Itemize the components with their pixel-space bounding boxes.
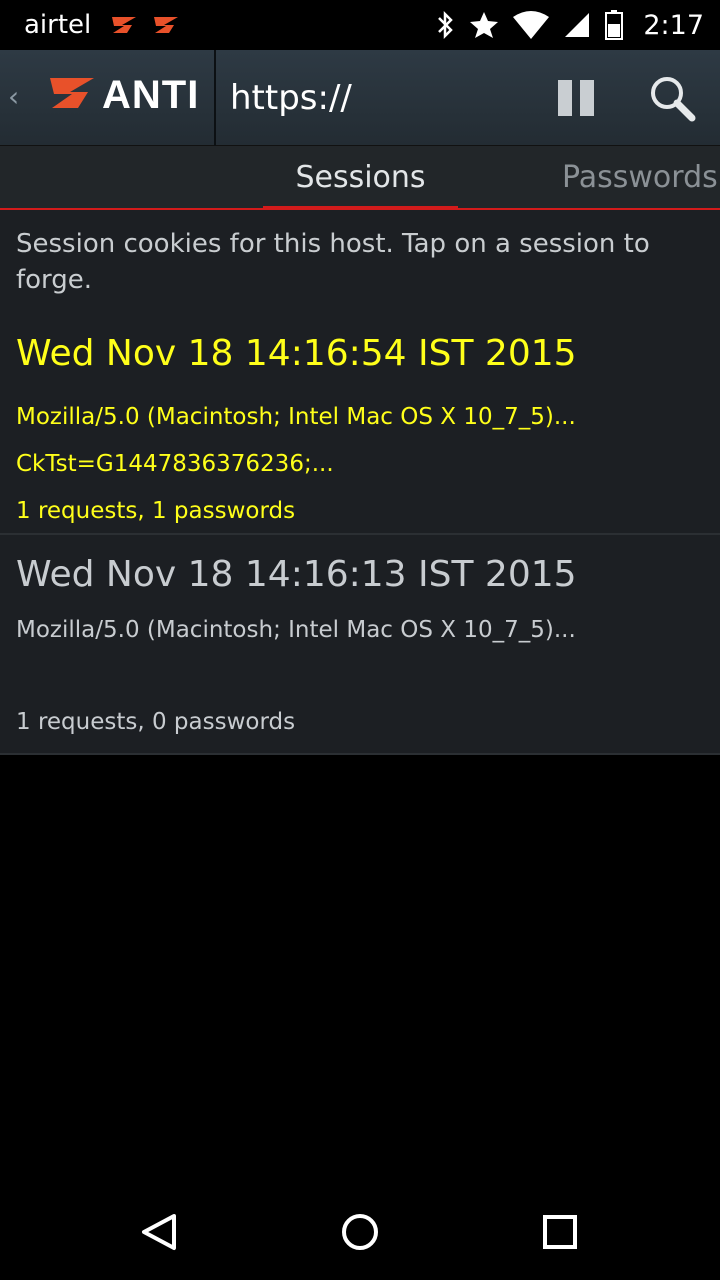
back-button[interactable] [136, 1208, 184, 1256]
status-left: airtel [0, 10, 181, 40]
zanti-notification-icon [109, 13, 139, 37]
home-button[interactable] [336, 1208, 384, 1256]
carrier-label: airtel [24, 10, 92, 40]
session-item[interactable]: Wed Nov 18 14:16:54 IST 2015 Mozilla/5.0… [0, 322, 720, 535]
status-right: 2:17 [435, 0, 704, 50]
session-stats: 1 requests, 1 passwords [16, 498, 296, 524]
tab-sessions[interactable]: Sessions [263, 146, 458, 212]
status-bar: airtel 2:17 [0, 0, 720, 50]
tab-label: Passwords [562, 160, 718, 195]
session-date: Wed Nov 18 14:16:13 IST 2015 [16, 554, 577, 595]
star-icon [469, 10, 499, 40]
wifi-icon [513, 11, 550, 39]
pause-button[interactable] [556, 78, 596, 118]
recents-square-icon [543, 1215, 577, 1249]
battery-icon [605, 10, 624, 40]
pause-icon [558, 80, 594, 116]
search-icon [651, 77, 696, 122]
url-input[interactable] [230, 76, 530, 120]
clock: 2:17 [643, 9, 704, 41]
session-user-agent: Mozilla/5.0 (Macintosh; Intel Mac OS X 1… [16, 617, 576, 643]
intro-text: Session cookies for this host. Tap on a … [16, 229, 650, 295]
back-triangle-icon [142, 1214, 176, 1250]
session-stats: 1 requests, 0 passwords [16, 709, 296, 735]
bluetooth-icon [435, 10, 455, 40]
tab-strip: Sessions Passwords [0, 146, 720, 212]
search-button[interactable] [648, 74, 696, 122]
session-cookie: CkTst=G1447836376236;... [16, 451, 334, 477]
home-circle-icon [342, 1214, 378, 1250]
session-user-agent: Mozilla/5.0 (Macintosh; Intel Mac OS X 1… [16, 404, 576, 430]
session-item[interactable]: Wed Nov 18 14:16:13 IST 2015 Mozilla/5.0… [0, 535, 720, 755]
session-date: Wed Nov 18 14:16:54 IST 2015 [16, 333, 577, 374]
tab-label: Sessions [295, 160, 426, 195]
app-logo[interactable]: ANTI [46, 72, 199, 118]
signal-icon [563, 11, 591, 39]
up-navigation-icon[interactable]: ‹ [8, 82, 24, 112]
tab-passwords[interactable]: Passwords [562, 146, 718, 210]
system-navigation-bar [0, 1184, 720, 1280]
action-bar-divider [214, 50, 216, 146]
logo-text: ANTI [102, 72, 200, 117]
sessions-list-panel: Session cookies for this host. Tap on a … [0, 210, 720, 755]
zanti-notification-icon [151, 13, 181, 37]
action-bar: ‹ ANTI [0, 50, 720, 146]
recents-button[interactable] [536, 1208, 584, 1256]
zanti-logo-icon [46, 72, 98, 118]
